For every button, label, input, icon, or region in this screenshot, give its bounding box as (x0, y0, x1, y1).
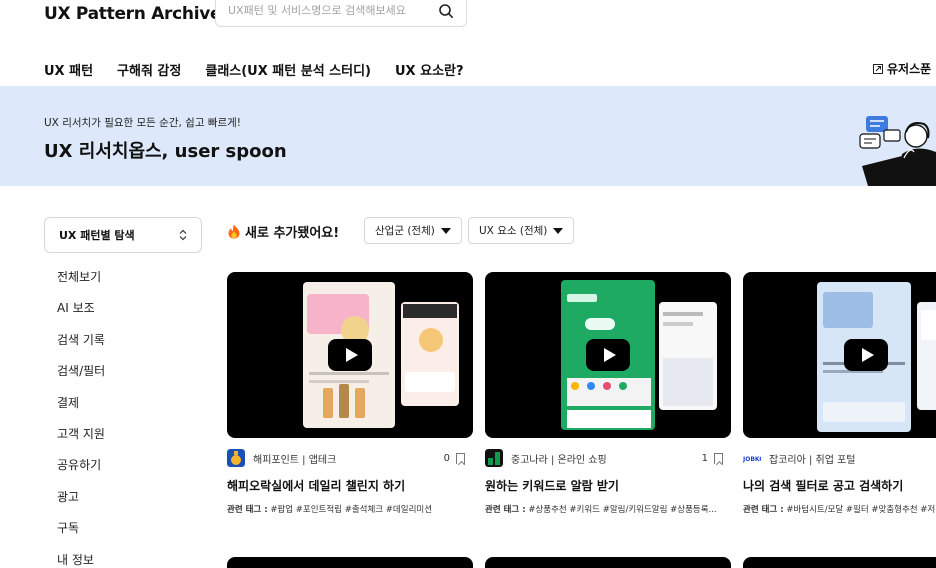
nav-class[interactable]: 클래스(UX 패턴 분석 스터디) (205, 60, 371, 79)
caret-down-icon (440, 227, 451, 234)
tags-label: 관련 태그 : (743, 505, 784, 515)
app-screens-preview (817, 282, 936, 432)
tags-value: #바텀시트/모달 #필터 #맞춤형추천 #저장 (786, 505, 936, 515)
brand-logo: JOBKO (743, 449, 761, 467)
nav-userspoon-label: 유저스푼 (887, 62, 932, 76)
card-meta: JOBKO 잡코리아 | 취업 포털 (743, 449, 936, 467)
sidebar-item-ai[interactable]: AI 보조 (57, 299, 105, 330)
bookmark-icon[interactable] (456, 452, 465, 464)
nav-ux-element[interactable]: UX 요소란? (395, 60, 464, 79)
tags-value: #상품추천 #키워드 #알림/키워드알림 #상품등록... (528, 505, 717, 515)
sidebar-item-search-filter[interactable]: 검색/필터 (57, 362, 105, 393)
section-title-label: 새로 추가됐어요! (245, 226, 340, 241)
bookmark-count: 0 (443, 452, 450, 464)
tags-label: 관련 태그 : (485, 505, 526, 515)
card-title[interactable]: 나의 검색 필터로 공고 검색하기 (743, 477, 936, 494)
sidebar-item-subscribe[interactable]: 구독 (57, 519, 105, 550)
search-bar[interactable] (215, 0, 467, 27)
industry-filter[interactable]: 산업군 (전체) (364, 217, 462, 244)
tags-label: 관련 태그 : (227, 505, 268, 515)
brand-logo (227, 449, 245, 467)
pattern-category-list: 전체보기 AI 보조 검색 기록 검색/필터 결제 고객 지원 공유하기 광고 … (57, 268, 105, 568)
brand-logo (485, 449, 503, 467)
industry-filter-label: 산업군 (전체) (375, 225, 435, 237)
play-icon[interactable] (328, 339, 372, 371)
chevron-updown-icon (179, 229, 187, 241)
card-tags: 관련 태그 : #팝업 #포인트적립 #출석체크 #데일리미션 (227, 503, 473, 515)
ux-element-filter-label: UX 요소 (전체) (479, 225, 548, 237)
svg-text:JOBKO: JOBKO (743, 456, 761, 463)
pattern-card[interactable]: 중고나라 | 온라인 쇼핑 1 원하는 키워드로 알람 받기 관련 태그 : #… (485, 272, 731, 515)
video-thumbnail[interactable] (485, 272, 731, 438)
banner-title: UX 리서치옵스, user spoon (44, 141, 287, 162)
sidebar-item-payment[interactable]: 결제 (57, 394, 105, 425)
card-tags: 관련 태그 : #상품추천 #키워드 #알림/키워드알림 #상품등록... (485, 503, 731, 515)
section-title: 새로 추가됐어요! (228, 222, 339, 241)
sidebar-item-support[interactable]: 고객 지원 (57, 425, 105, 456)
bookmark-icon[interactable] (714, 452, 723, 464)
card-title[interactable]: 원하는 키워드로 알람 받기 (485, 477, 731, 494)
search-input[interactable] (228, 4, 432, 17)
sidebar-item-share[interactable]: 공유하기 (57, 456, 105, 487)
play-icon[interactable] (844, 339, 888, 371)
play-icon[interactable] (586, 339, 630, 371)
promo-banner[interactable]: UX 리서치가 필요한 모든 순간, 쉽고 빠르게! UX 리서치옵스, use… (0, 86, 936, 186)
sidebar-item-my-info[interactable]: 내 정보 (57, 551, 105, 568)
pattern-explore-select[interactable]: UX 패턴별 탐색 (44, 217, 202, 253)
caret-down-icon (553, 227, 564, 234)
external-link-icon (873, 63, 883, 74)
video-thumbnail[interactable] (743, 557, 936, 568)
search-icon[interactable] (438, 3, 454, 19)
video-thumbnail[interactable] (743, 272, 936, 438)
card-title[interactable]: 해피오락실에서 데일리 챌린지 하기 (227, 477, 473, 494)
site-logo[interactable]: UX Pattern Archive (44, 4, 222, 24)
brand-label: 중고나라 | 온라인 쇼핑 (511, 454, 607, 466)
sidebar-item-search-history[interactable]: 검색 기록 (57, 331, 105, 362)
sidebar-item-ads[interactable]: 광고 (57, 488, 105, 519)
pattern-card[interactable]: 해피포인트 | 앱테크 0 해피오락실에서 데일리 챌린지 하기 관련 태그 :… (227, 272, 473, 515)
video-thumbnail[interactable] (485, 557, 731, 568)
brand-label: 해피포인트 | 앱테크 (253, 454, 337, 466)
video-thumbnail[interactable] (227, 272, 473, 438)
pattern-card[interactable]: JOBKO 잡코리아 | 취업 포털 나의 검색 필터로 공고 검색하기 관련 … (743, 272, 936, 515)
pattern-explore-label: UX 패턴별 탐색 (59, 229, 135, 242)
nav-ux-pattern[interactable]: UX 패턴 (44, 60, 93, 79)
video-thumbnail[interactable] (227, 557, 473, 568)
brand-label: 잡코리아 | 취업 포털 (769, 454, 856, 466)
banner-subtitle: UX 리서치가 필요한 모든 순간, 쉽고 빠르게! (44, 117, 242, 129)
card-meta: 중고나라 | 온라인 쇼핑 1 (485, 449, 731, 467)
nav-userspoon-link[interactable]: 유저스푼 (873, 60, 931, 77)
fire-icon (228, 224, 240, 239)
bookmark-count: 1 (701, 452, 708, 464)
ux-element-filter[interactable]: UX 요소 (전체) (468, 217, 575, 244)
nav-rescue[interactable]: 구해줘 감정 (117, 60, 181, 79)
tags-value: #팝업 #포인트적립 #출석체크 #데일리미션 (270, 505, 433, 515)
main-nav: UX 패턴 구해줘 감정 클래스(UX 패턴 분석 스터디) UX 요소란? (44, 60, 464, 79)
researcher-illustration (859, 116, 936, 186)
sidebar-item-all[interactable]: 전체보기 (57, 268, 105, 299)
card-meta: 해피포인트 | 앱테크 0 (227, 449, 473, 467)
card-tags: 관련 태그 : #바텀시트/모달 #필터 #맞춤형추천 #저장 (743, 503, 936, 515)
